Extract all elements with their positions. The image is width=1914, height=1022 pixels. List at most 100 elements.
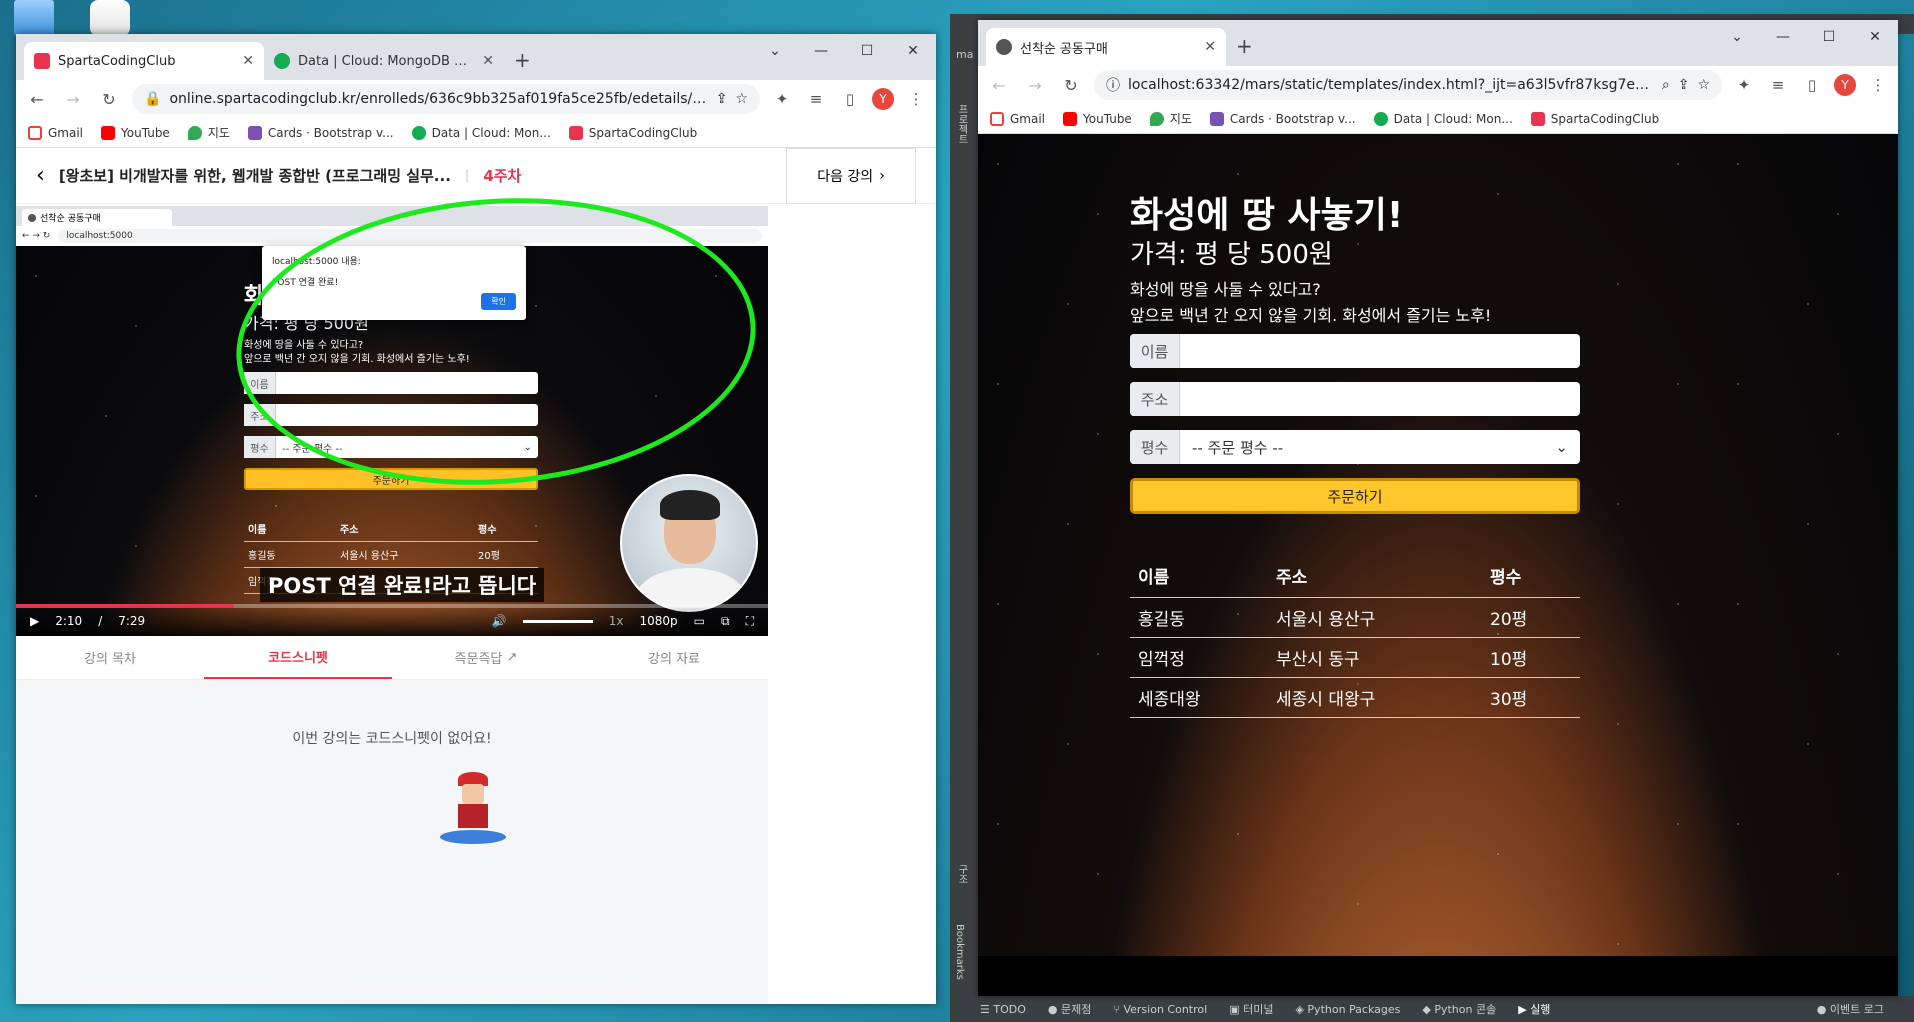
close-tab-icon[interactable]: ✕ [482,53,494,69]
address-input[interactable] [1180,382,1580,416]
empty-snippet-message: 이번 강의는 코드스니펫이 없어요! [292,731,492,747]
bookmark-sparta[interactable]: SpartaCodingClub [1530,111,1659,126]
menu-icon[interactable]: ⋮ [904,90,928,108]
bookmark-mongodb[interactable]: Data | Cloud: Mon... [411,125,551,140]
lesson-body: 이번 강의는 코드스니펫이 없어요! [16,680,768,1004]
tab-search-icon[interactable]: ⌄ [1714,20,1760,54]
ide-project-tab[interactable]: 프로젝트 [954,104,969,144]
tab-code-snippet[interactable]: 코드스니펫 [204,636,392,679]
reading-list-icon[interactable]: ≡ [1766,76,1790,94]
subtitles-icon[interactable]: ▭ [694,614,705,628]
lesson-tabs: 강의 목차 코드스니펫 즉문즉답 ↗ 강의 자료 [16,636,768,680]
tab-mongodb[interactable]: Data | Cloud: MongoDB Cloud ✕ [264,42,504,80]
close-window-icon[interactable]: ✕ [890,34,936,68]
size-select-value[interactable]: -- 주문 평수 -- ⌄ [1180,430,1580,464]
size-select[interactable]: 평수 -- 주문 평수 -- ⌄ [1130,430,1580,464]
left-browser-window: SpartaCodingClub ✕ Data | Cloud: MongoDB… [16,34,936,1004]
bookmark-youtube[interactable]: YouTube [101,125,170,140]
play-icon[interactable]: ▶ [30,614,39,628]
ide-event-log[interactable]: ● 이벤트 로그 [1817,1001,1914,1017]
minimize-icon[interactable]: — [798,34,844,68]
bookmark-gmail[interactable]: Gmail [990,111,1045,126]
ide-terminal-tab[interactable]: ▣ 터미널 [1229,1001,1273,1017]
pip-icon[interactable]: ⧉ [721,614,730,629]
tab-table-of-contents[interactable]: 강의 목차 [16,636,204,679]
forward-icon[interactable]: → [1022,76,1048,95]
ide-bookmarks-tab[interactable]: Bookmarks [954,924,965,980]
itunes-icon[interactable] [90,0,130,36]
ide-todo-tab[interactable]: ☰ TODO [980,1003,1026,1016]
quality-indicator[interactable]: 1080p [640,614,678,628]
close-window-icon[interactable]: ✕ [1852,20,1898,54]
profile-avatar[interactable]: Y [1834,74,1856,96]
bookmark-bootstrap[interactable]: Cards · Bootstrap v... [1209,111,1356,126]
bookmark-star-icon[interactable]: ☆ [735,91,748,107]
name-field[interactable]: 이름 [1130,334,1580,368]
reload-icon[interactable]: ↻ [96,90,122,109]
back-chevron-icon[interactable]: ‹ [36,163,45,188]
volume-icon[interactable]: 🔊 [492,614,507,628]
extensions-icon[interactable]: ✦ [1732,76,1756,94]
ide-structure-tab[interactable]: 구조 [954,864,969,884]
course-header: ‹ [왕초보] 비개발자를 위한, 웹개발 종합반 (프로그래밍 실무... |… [16,147,936,204]
close-tab-icon[interactable]: ✕ [1204,39,1216,55]
maximize-icon[interactable]: ☐ [844,34,890,68]
speed-indicator[interactable]: 1x [609,614,624,628]
table-row: 임꺽정 부산시 동구 10평 [1130,638,1580,678]
new-tab-icon[interactable]: + [1226,34,1263,66]
tab-spartacodingclub[interactable]: SpartaCodingClub ✕ [24,42,264,80]
window-controls: ⌄ — ☐ ✕ [752,34,936,68]
order-button[interactable]: 주문하기 [1130,478,1580,514]
tab-search-icon[interactable]: ⌄ [752,34,798,68]
volume-slider[interactable] [522,619,593,623]
back-icon[interactable]: ← [986,76,1012,95]
side-panel-icon[interactable]: ▯ [838,90,862,108]
forward-icon[interactable]: → [60,90,86,109]
fullscreen-icon[interactable]: ⛶ [746,614,754,629]
next-lesson-button[interactable]: 다음 강의 › [786,147,916,204]
chevron-right-icon: › [879,167,885,184]
share-icon[interactable]: ⇪ [1678,77,1690,93]
tab-group-buy[interactable]: 선착순 공동구매 ✕ [986,28,1226,66]
minimize-icon[interactable]: — [1760,20,1806,54]
lecture-video-player[interactable]: 선착순 공동구매 ← → ↻ localhost:5000 화 가격: 평 당 … [16,206,768,636]
bookmark-star-icon[interactable]: ☆ [1697,77,1710,93]
address-field[interactable]: 주소 [1130,382,1580,416]
bookmark-sparta[interactable]: SpartaCodingClub [568,125,697,140]
new-tab-icon[interactable]: + [504,48,541,80]
page-title: 화성에 땅 사놓기! [1130,195,1404,236]
inner-address-label: 주소 [244,404,276,426]
tab-qna[interactable]: 즉문즉답 ↗ [392,636,580,679]
profile-avatar[interactable]: Y [872,88,894,110]
inner-desc2: 앞으로 백년 간 오지 않을 기회. 화성에서 즐기는 노후! [244,354,470,365]
reading-list-icon[interactable]: ≡ [804,90,828,108]
size-label: 평수 [1130,430,1180,464]
name-input[interactable] [1180,334,1580,368]
chevron-down-icon: ⌄ [523,441,532,453]
url-field[interactable]: 🔒 online.spartacodingclub.kr/enrolleds/6… [132,84,760,114]
close-tab-icon[interactable]: ✕ [242,53,254,69]
computer-icon[interactable] [14,0,54,36]
ide-python-console-tab[interactable]: ◆ Python 콘솔 [1422,1001,1496,1017]
inner-nav-icons: ← → ↻ [22,231,51,241]
bookmark-youtube[interactable]: YouTube [1063,111,1132,126]
bookmark-maps[interactable]: 지도 [1149,110,1192,127]
bookmark-mongodb[interactable]: Data | Cloud: Mon... [1373,111,1513,126]
maximize-icon[interactable]: ☐ [1806,20,1852,54]
extensions-icon[interactable]: ✦ [770,90,794,108]
bookmark-maps[interactable]: 지도 [187,124,230,141]
reload-icon[interactable]: ↻ [1058,76,1084,95]
ide-run-tab[interactable]: ▶ 실행 [1518,1001,1550,1017]
bookmark-bootstrap[interactable]: Cards · Bootstrap v... [247,125,394,140]
url-field[interactable]: ⓘ localhost:63342/mars/static/templates/… [1094,70,1722,100]
share-icon[interactable]: ⇪ [716,91,728,107]
ide-vcs-tab[interactable]: ⑂ Version Control [1113,1003,1207,1016]
zoom-icon[interactable]: ⌕ [1662,77,1670,93]
side-panel-icon[interactable]: ▯ [1800,76,1824,94]
menu-icon[interactable]: ⋮ [1866,76,1890,94]
back-icon[interactable]: ← [24,90,50,109]
ide-problems-tab[interactable]: ● 문제점 [1048,1001,1091,1017]
tab-materials[interactable]: 강의 자료 [580,636,768,679]
ide-packages-tab[interactable]: ◈ Python Packages [1295,1003,1400,1016]
bookmark-gmail[interactable]: Gmail [28,125,83,140]
